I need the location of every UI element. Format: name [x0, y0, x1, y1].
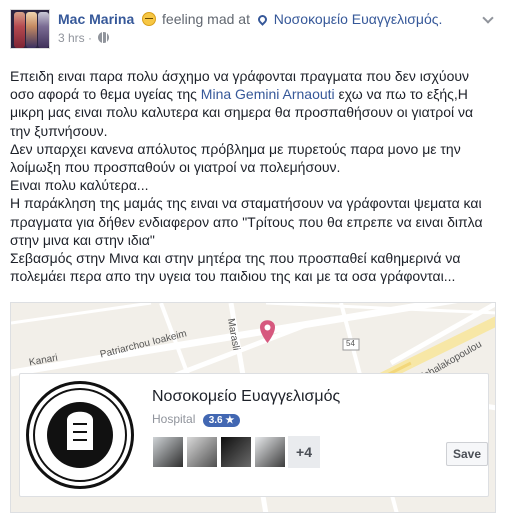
- post-text-fragment: οσο αφορά το θεμα υγείας της: [10, 86, 201, 103]
- post-text-fragment: εχω να πω το εξής,Η: [334, 86, 468, 103]
- post-text-line: Σεβασμός στην Μινα και στην μητέρα της π…: [10, 250, 461, 267]
- map-pin-icon: [256, 13, 269, 26]
- post-text-line: πραγματα για δήθεν ενδιαφερον απο "Τρίτο…: [10, 213, 483, 230]
- post-text-line: Επειδη ειναι παρα πολυ άσχημο να γράφοντ…: [10, 68, 470, 84]
- globe-icon[interactable]: [98, 32, 110, 43]
- hospital-logo[interactable]: [26, 381, 134, 489]
- save-button[interactable]: Save: [446, 442, 488, 466]
- visitor-avatar[interactable]: [254, 436, 286, 468]
- visitor-avatar[interactable]: [220, 436, 252, 468]
- post-meta: 3 hrs ·: [58, 31, 110, 45]
- rating-badge: 3.6 ★: [202, 414, 241, 427]
- more-visitors-count[interactable]: +4: [288, 436, 320, 468]
- post-text-line: την ξυπνήσουν.: [10, 122, 108, 139]
- post-text-line: Ειναι πολυ καλύτερα...: [10, 177, 149, 194]
- angry-face-icon: [142, 12, 157, 26]
- post-text-line: μικρη μας ειναι πολυ καλυτερα και σημερα…: [10, 104, 474, 121]
- feed-post: Mac Marina feeling mad at Νοσοκομείο Ευα…: [0, 0, 506, 517]
- post-text-line: στην μινα και στην ιδια": [10, 231, 155, 248]
- place-link[interactable]: Νοσοκομείο Ευαγγελισμός.: [274, 11, 443, 27]
- place-card[interactable]: Νοσοκομείο Ευαγγελισμός Hospital 3.6 ★ +…: [19, 373, 489, 497]
- category-label: Hospital: [152, 412, 196, 426]
- post-text-line: λοίμωξη που προσπαθούν οι γιατροί να πολ…: [10, 159, 341, 176]
- visitor-avatar[interactable]: [152, 436, 184, 468]
- author-name[interactable]: Mac Marina: [58, 11, 134, 27]
- location-attachment[interactable]: Patriarchou Ioakeim Marasli Kanari Micha…: [10, 302, 496, 513]
- post-text-line: οσο αφορά το θεμα υγείας της Mina Gemini…: [10, 85, 496, 103]
- post-header: Mac Marina feeling mad at Νοσοκομείο Ευα…: [58, 11, 442, 27]
- post-text: Επειδη ειναι παρα πολυ άσχημο να γράφοντ…: [10, 67, 496, 285]
- place-category: Hospital 3.6 ★: [152, 412, 241, 427]
- meta-separator: ·: [88, 31, 93, 45]
- post-text-line: Η παράκληση της μαμάς της ειναι να σταμα…: [10, 195, 482, 212]
- chevron-down-icon[interactable]: [482, 12, 494, 24]
- post-timestamp[interactable]: 3 hrs: [58, 31, 85, 45]
- post-text-line: Δεν υπαρχει κανενα απόλυτος πρόβλημα με …: [10, 140, 461, 157]
- author-avatar[interactable]: [10, 9, 50, 49]
- route-shield: 54: [346, 339, 355, 348]
- logo-ring-art: [33, 388, 127, 482]
- post-text-line: πολεμάει περα απο την υγεια του παιδιου …: [10, 268, 456, 285]
- place-name[interactable]: Νοσοκομείο Ευαγγελισμός: [152, 388, 340, 406]
- feeling-text: feeling mad at: [162, 11, 250, 27]
- visitor-avatar[interactable]: [186, 436, 218, 468]
- mention-link[interactable]: Mina Gemini Arnaouti: [201, 86, 335, 102]
